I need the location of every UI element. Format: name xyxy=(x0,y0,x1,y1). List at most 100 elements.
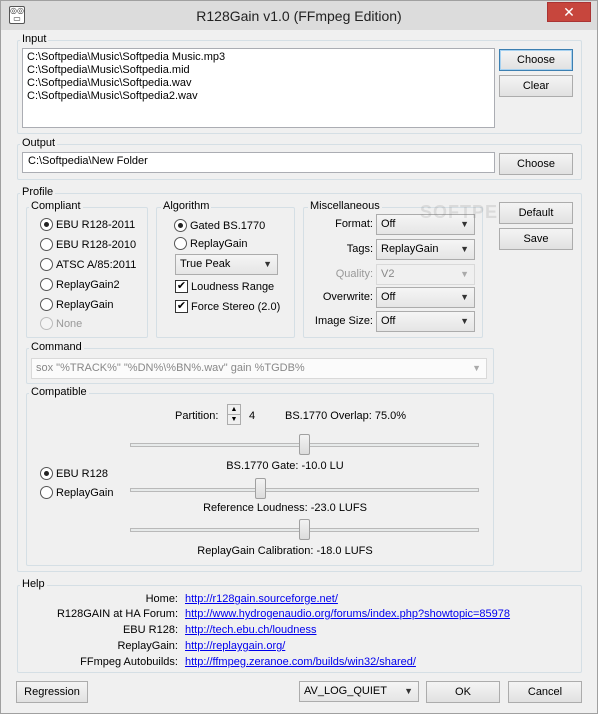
overwrite-select[interactable]: Off ▼ xyxy=(376,287,475,308)
save-button[interactable]: Save xyxy=(499,228,573,250)
help-replaygain-link[interactable]: http://replaygain.org/ xyxy=(185,640,285,652)
radio-indicator xyxy=(40,278,53,291)
regression-button[interactable]: Regression xyxy=(16,681,88,703)
input-file-list[interactable]: C:\Softpedia\Music\Softpedia Music.mp3 C… xyxy=(22,48,495,128)
overlap-readout: BS.1770 Overlap: 75.0% xyxy=(285,410,407,422)
ok-button[interactable]: OK xyxy=(426,681,500,703)
calibration-slider-thumb[interactable] xyxy=(299,519,310,540)
radio-indicator xyxy=(40,486,53,499)
select-value: Off xyxy=(381,315,396,327)
radio-indicator xyxy=(40,298,53,311)
close-button[interactable]: ✕ xyxy=(547,2,591,22)
compliant-none-radio[interactable]: None xyxy=(40,317,82,330)
select-value: AV_LOG_QUIET xyxy=(304,685,387,697)
compatible-group-label: Compatible xyxy=(29,386,89,398)
peak-mode-select[interactable]: True Peak ▼ xyxy=(175,254,278,275)
select-value: V2 xyxy=(381,268,395,280)
partition-spinner[interactable]: ▲ ▼ xyxy=(227,404,241,425)
file-item[interactable]: C:\Softpedia\Music\Softpedia.mid xyxy=(27,64,490,77)
radio-label: None xyxy=(56,317,83,330)
help-ebu-label: EBU R128: xyxy=(122,624,178,636)
select-value: sox "%TRACK%" "%DN%\%BN%.wav" gain %TGDB… xyxy=(36,362,305,374)
algorithm-gated-bs1770-radio[interactable]: Gated BS.1770 xyxy=(174,219,265,232)
input-choose-button[interactable]: Choose xyxy=(499,49,573,71)
reference-slider-track[interactable] xyxy=(130,488,479,492)
select-value: Off xyxy=(381,291,396,303)
radio-indicator xyxy=(40,218,53,231)
help-group-label: Help xyxy=(20,578,47,590)
radio-label: ReplayGain xyxy=(190,237,248,250)
quality-select[interactable]: V2 ▼ xyxy=(376,264,475,285)
force-stereo-checkbox[interactable]: ✔ Force Stereo (2.0) xyxy=(175,300,280,313)
file-item[interactable]: C:\Softpedia\Music\Softpedia2.wav xyxy=(27,90,490,103)
command-select[interactable]: sox "%TRACK%" "%DN%\%BN%.wav" gain %TGDB… xyxy=(31,358,487,379)
algorithm-group-label: Algorithm xyxy=(161,200,212,212)
gate-slider-thumb[interactable] xyxy=(299,434,310,455)
check-icon: ✔ xyxy=(175,300,188,313)
radio-indicator xyxy=(40,467,53,480)
help-home-link[interactable]: http://r128gain.sourceforge.net/ xyxy=(185,593,338,605)
misc-group-label: Miscellaneous xyxy=(308,200,382,212)
compliant-ebu-r128-2010-radio[interactable]: EBU R128-2010 xyxy=(40,238,136,251)
chevron-down-icon: ▼ xyxy=(460,316,469,326)
output-choose-button[interactable]: Choose xyxy=(499,153,573,175)
format-label: Format: xyxy=(335,218,373,230)
input-group-label: Input xyxy=(20,33,49,45)
reference-slider-thumb[interactable] xyxy=(255,478,267,499)
help-home-label: Home: xyxy=(145,593,178,605)
select-value: Off xyxy=(381,218,396,230)
compatible-ebu-r128-radio[interactable]: EBU R128 xyxy=(40,467,108,480)
profile-group-label: Profile xyxy=(20,186,56,198)
radio-label: EBU R128-2010 xyxy=(56,238,137,251)
radio-label: ATSC A/85:2011 xyxy=(56,258,137,271)
chevron-down-icon: ▼ xyxy=(263,259,272,269)
compliant-atsc-radio[interactable]: ATSC A/85:2011 xyxy=(40,258,136,271)
chevron-down-icon: ▼ xyxy=(460,244,469,254)
help-forum-label: R128GAIN at HA Forum: xyxy=(56,608,178,620)
radio-label: EBU R128 xyxy=(56,467,108,480)
overwrite-label: Overwrite: xyxy=(322,291,373,303)
spin-down-icon[interactable]: ▼ xyxy=(228,414,240,423)
tags-select[interactable]: ReplayGain ▼ xyxy=(376,239,475,260)
compliant-ebu-r128-2011-radio[interactable]: EBU R128-2011 xyxy=(40,218,135,231)
select-value: ReplayGain xyxy=(381,243,439,255)
window-title: R128Gain v1.0 (FFmpeg Edition) xyxy=(196,8,402,24)
gate-readout: BS.1770 Gate: -10.0 LU xyxy=(226,460,344,472)
radio-label: ReplayGain xyxy=(56,298,114,311)
cancel-button[interactable]: Cancel xyxy=(508,681,582,703)
reference-readout: Reference Loudness: -23.0 LUFS xyxy=(203,502,367,514)
radio-indicator xyxy=(174,219,187,232)
tags-label: Tags: xyxy=(346,243,373,255)
spin-up-icon[interactable]: ▲ xyxy=(228,405,240,414)
calibration-readout: ReplayGain Calibration: -18.0 LUFS xyxy=(197,545,373,557)
radio-indicator xyxy=(174,237,187,250)
image-size-select[interactable]: Off ▼ xyxy=(376,311,475,332)
quality-label: Quality: xyxy=(335,268,373,280)
partition-label: Partition: xyxy=(175,410,219,422)
compatible-replaygain-radio[interactable]: ReplayGain xyxy=(40,486,113,499)
compliant-replaygain-radio[interactable]: ReplayGain xyxy=(40,298,113,311)
output-folder-field[interactable]: C:\Softpedia\New Folder xyxy=(22,152,495,173)
radio-indicator xyxy=(40,238,53,251)
loudness-range-checkbox[interactable]: ✔ Loudness Range xyxy=(175,280,274,293)
chevron-down-icon: ▼ xyxy=(460,269,469,279)
file-item[interactable]: C:\Softpedia\Music\Softpedia.wav xyxy=(27,77,490,90)
partition-value: 4 xyxy=(249,410,256,422)
algorithm-replaygain-radio[interactable]: ReplayGain xyxy=(174,237,247,250)
select-value: True Peak xyxy=(180,258,231,270)
radio-indicator xyxy=(40,258,53,271)
chevron-down-icon: ▼ xyxy=(404,686,413,696)
radio-label: Gated BS.1770 xyxy=(190,219,266,232)
help-ebu-link[interactable]: http://tech.ebu.ch/loudness xyxy=(185,624,316,636)
file-item[interactable]: C:\Softpedia\Music\Softpedia Music.mp3 xyxy=(27,51,490,64)
default-button[interactable]: Default xyxy=(499,202,573,224)
chevron-down-icon: ▼ xyxy=(472,363,481,373)
help-forum-link[interactable]: http://www.hydrogenaudio.org/forums/inde… xyxy=(185,608,510,620)
radio-label: EBU R128-2011 xyxy=(56,218,136,231)
compliant-replaygain2-radio[interactable]: ReplayGain2 xyxy=(40,278,120,291)
input-clear-button[interactable]: Clear xyxy=(499,75,573,97)
radio-label: ReplayGain2 xyxy=(56,278,120,291)
help-ffmpeg-link[interactable]: http://ffmpeg.zeranoe.com/builds/win32/s… xyxy=(185,656,416,668)
log-level-select[interactable]: AV_LOG_QUIET ▼ xyxy=(299,681,419,702)
title-bar[interactable]: ◎◎ ▭ R128Gain v1.0 (FFmpeg Edition) ✕ xyxy=(0,0,598,30)
